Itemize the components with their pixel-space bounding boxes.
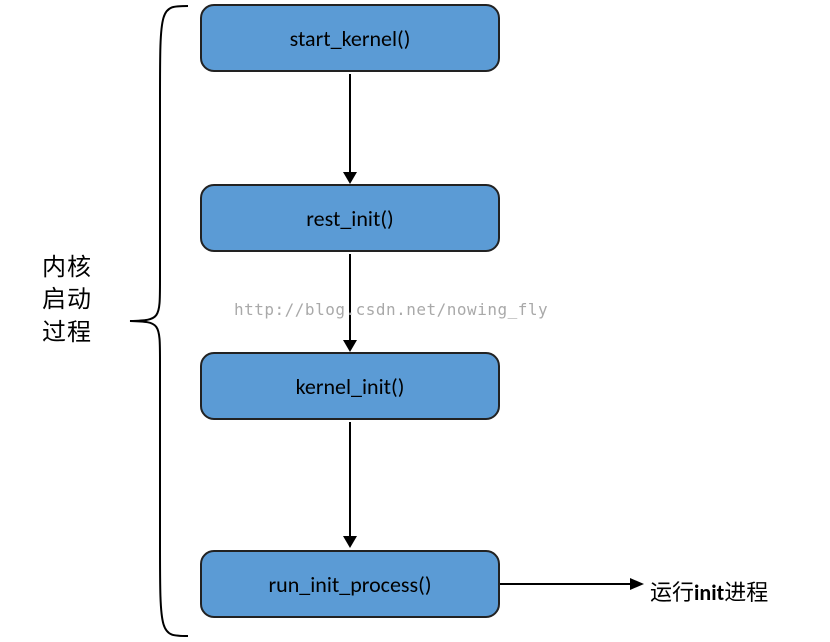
curly-brace [120,0,200,642]
flow-box-rest-init: rest_init() [200,184,500,252]
brace-label-line3: 过程 [42,318,92,347]
brace-label-line1: 内核 [42,253,92,282]
watermark-text: http://blog.csdn.net/nowing_fly [234,300,548,319]
flow-box-kernel-init: kernel_init() [200,352,500,420]
run-init-label-prefix: 运行 [650,579,694,606]
arrow-1-head [343,172,357,184]
flow-box-start-kernel: start_kernel() [200,4,500,72]
run-init-label: 运行init进程 [644,573,774,609]
arrow-2-head [343,340,357,352]
flow-box-label: rest_init() [306,205,393,232]
flow-box-run-init-process: run_init_process() [200,550,500,618]
flow-box-label: kernel_init() [296,373,405,400]
arrow-3-head [343,536,357,548]
flow-box-label: run_init_process() [268,571,431,598]
arrow-2-line [349,254,351,340]
arrow-to-label [500,576,650,596]
arrow-1-line [349,74,351,172]
arrow-3-line [349,422,351,536]
run-init-label-suffix: 进程 [724,579,768,606]
brace-label: 内核 启动 过程 [22,252,112,349]
run-init-label-bold: init [694,579,724,606]
brace-label-line2: 启动 [42,285,92,314]
flow-box-label: start_kernel() [290,25,411,52]
